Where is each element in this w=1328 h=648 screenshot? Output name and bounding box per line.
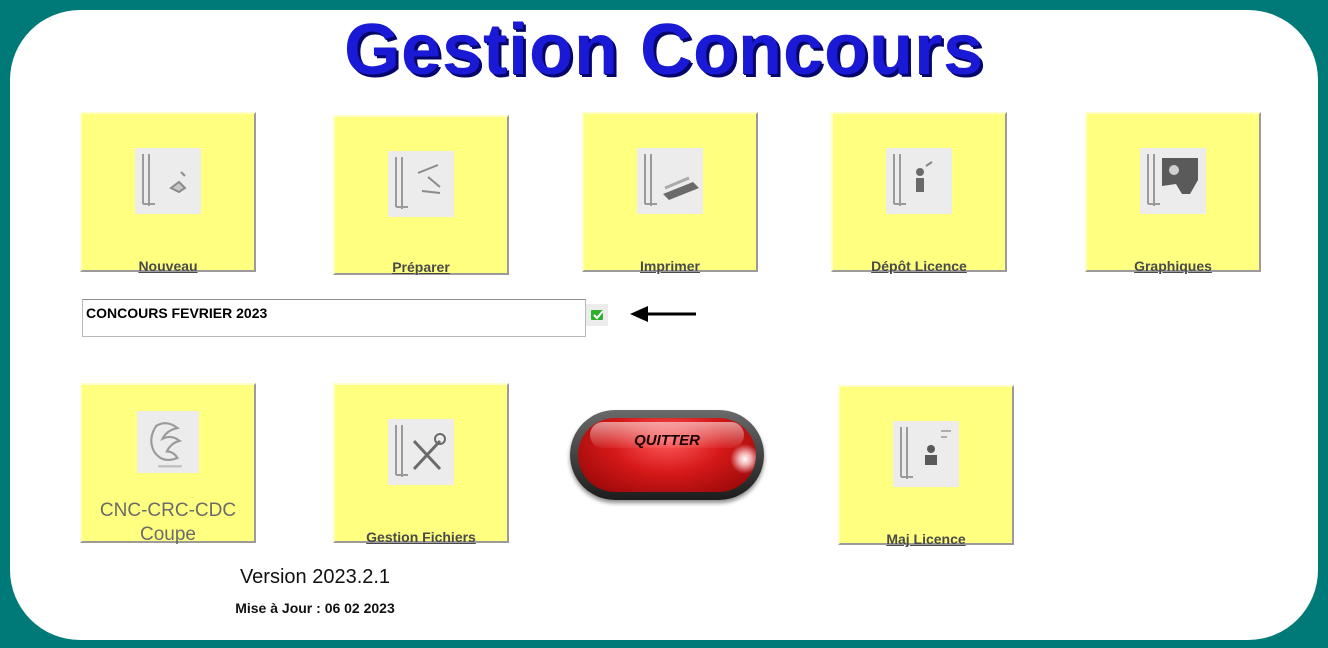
nouveau-button[interactable]: Nouveau [80,112,256,274]
license-update-icon [893,421,959,487]
validate-button[interactable] [586,304,608,326]
tools-icon [388,419,454,485]
gestion-fichiers-label: Gestion Fichiers [366,529,476,545]
imprimer-button[interactable]: Imprimer [582,112,758,274]
depot-licence-button[interactable]: Dépôt Licence [831,112,1007,274]
graphiques-button[interactable]: Graphiques [1085,112,1261,274]
new-contest-icon [135,148,201,214]
coupe-label: Coupe [140,524,196,545]
check-icon [591,310,604,320]
rooster-icon [137,411,199,473]
quit-button[interactable]: QUITTER [570,410,764,500]
preparer-label: Préparer [392,259,450,275]
graphics-icon [1140,148,1206,214]
cnc-label: CNC-CRC-CDC [99,500,237,521]
contest-name-input[interactable] [82,299,586,337]
maj-licence-button[interactable]: Maj Licence [838,385,1014,547]
prepare-icon [388,151,454,217]
arrow-left-icon [630,306,696,322]
quit-label: QUITTER [634,432,700,449]
graphiques-label: Graphiques [1134,258,1212,274]
update-date-text: Mise à Jour : 06 02 2023 [235,600,395,616]
depot-licence-label: Dépôt Licence [871,258,967,274]
printer-icon [637,148,703,214]
gestion-fichiers-button[interactable]: Gestion Fichiers [333,383,509,545]
imprimer-label: Imprimer [640,258,700,274]
app-title: Gestion Concours [343,10,985,90]
preparer-button[interactable]: Préparer [333,115,509,275]
maj-licence-label: Maj Licence [886,531,966,547]
license-deposit-icon [886,148,952,214]
nouveau-label: Nouveau [138,258,198,274]
version-text: Version 2023.2.1 [239,566,391,588]
cnc-crc-cdc-coupe-button[interactable]: CNC-CRC-CDC Coupe [80,383,256,545]
